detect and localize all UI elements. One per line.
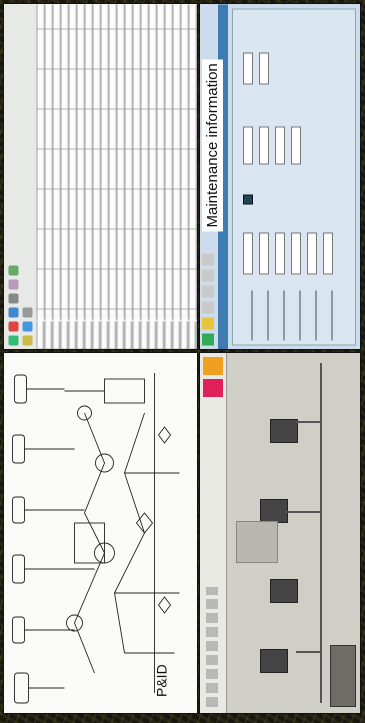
toolbar-icon[interactable] [8,293,18,303]
form-field[interactable] [275,232,285,274]
form-field[interactable] [275,126,285,164]
pid-label: P&ID [153,664,169,697]
pid-drawing [11,373,179,704]
status-icon [202,333,214,345]
form-field[interactable] [323,232,333,274]
warning-icon [202,317,214,329]
process-header [200,353,227,713]
alarm-red-indicator[interactable] [203,379,223,397]
sheet-cells [36,4,197,319]
form-labels [243,290,333,340]
toolbar-icon[interactable] [8,279,18,289]
process-tabs[interactable] [206,587,218,707]
toolbar-icon[interactable] [22,321,32,331]
equipment-unit[interactable] [270,579,298,603]
maintenance-information-label: Maintenance information [202,58,223,231]
pid-diagram: P&ID [4,353,197,713]
toolbar-icon[interactable] [22,307,32,317]
form-field[interactable] [243,232,253,274]
toolbar-icon[interactable] [8,265,18,275]
equipment-unit[interactable] [260,499,288,523]
equipment-unit[interactable] [270,419,298,443]
alarm-orange-indicator[interactable] [203,357,223,375]
sheet-toolbar [4,4,37,349]
toolbar-icon[interactable] [8,335,18,345]
form-field[interactable] [243,126,253,164]
maintenance-panel: Maintenance information [199,3,361,350]
process-overview-content [200,353,360,713]
process-line [296,421,322,423]
sheet-row-headers [36,321,197,349]
form-field[interactable] [307,232,317,274]
toolbar-icon[interactable] [22,335,32,345]
central-vessel[interactable] [236,521,278,563]
form-field[interactable] [259,232,269,274]
control-block[interactable] [330,645,356,707]
toolbar-icon[interactable] [8,321,18,331]
form-field[interactable] [291,126,301,164]
maintenance-content: Maintenance information [200,4,360,349]
process-line [296,651,322,653]
toolbar-icon[interactable] [202,269,214,281]
toolbar-icon[interactable] [202,285,214,297]
toolbar-icon[interactable] [8,307,18,317]
form-field[interactable] [291,232,301,274]
sheet-grid[interactable] [36,4,197,349]
maintenance-form [232,8,356,345]
form-field[interactable] [243,52,253,84]
spreadsheet-panel [3,3,198,350]
toolbar-icon[interactable] [202,301,214,313]
process-line [286,511,322,513]
equipment-unit[interactable] [260,649,288,673]
form-field[interactable] [259,126,269,164]
toolbar-icon[interactable] [202,253,214,265]
pid-panel: P&ID [3,352,198,714]
process-overview-panel [199,352,361,714]
form-field[interactable] [259,52,269,84]
spreadsheet-content [4,4,197,349]
checkbox[interactable] [243,194,253,204]
